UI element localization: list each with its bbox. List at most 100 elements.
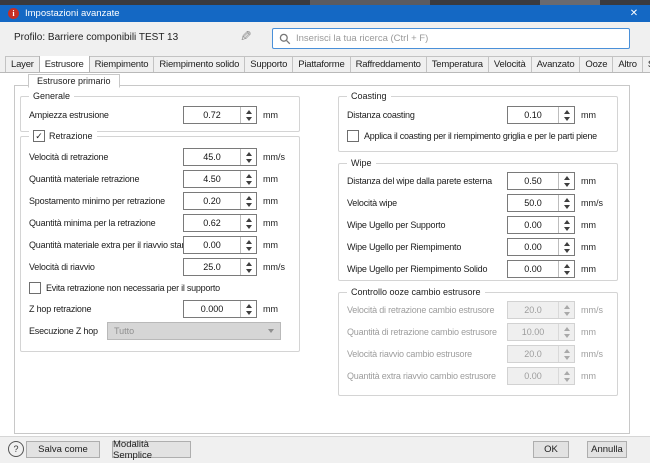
spin-up-icon bbox=[564, 349, 570, 353]
spin-up-icon[interactable] bbox=[246, 110, 252, 114]
spinner-buttons[interactable] bbox=[240, 259, 256, 275]
spin-up-icon[interactable] bbox=[246, 240, 252, 244]
spin-down-icon[interactable] bbox=[246, 117, 252, 121]
spinner-buttons[interactable] bbox=[240, 301, 256, 317]
zhop-retrazione-input[interactable]: 0.000 bbox=[183, 300, 257, 318]
spinner-buttons[interactable] bbox=[558, 107, 574, 123]
ampiezza-estrusione-input[interactable]: 0.72 bbox=[183, 106, 257, 124]
spin-down-icon[interactable] bbox=[564, 183, 570, 187]
distanza-coasting-input[interactable]: 0.10 bbox=[507, 106, 575, 124]
wipe-ugello-supporto-input[interactable]: 0.00 bbox=[507, 216, 575, 234]
spin-up-icon[interactable] bbox=[246, 196, 252, 200]
spinner-buttons[interactable] bbox=[240, 171, 256, 187]
ok-button[interactable]: OK bbox=[533, 441, 569, 458]
quantita-extra-riavvio-input[interactable]: 0.00 bbox=[183, 236, 257, 254]
subtab-estrusore-primario[interactable]: Estrusore primario bbox=[28, 74, 120, 88]
spin-down-icon[interactable] bbox=[564, 249, 570, 253]
spin-up-icon[interactable] bbox=[564, 198, 570, 202]
spin-down-icon[interactable] bbox=[564, 117, 570, 121]
tab-supporto[interactable]: Supporto bbox=[244, 56, 293, 72]
spin-up-icon[interactable] bbox=[564, 176, 570, 180]
simple-mode-button[interactable]: Modalità Semplice bbox=[112, 441, 191, 458]
unit-label: mm/s bbox=[263, 152, 291, 162]
spin-down-icon[interactable] bbox=[246, 159, 252, 163]
quantita-retrazione-cambio-label: Quantità di retrazione cambio estrusore bbox=[347, 327, 507, 337]
velocita-riavvio-input[interactable]: 25.0 bbox=[183, 258, 257, 276]
tab-speciali[interactable]: Speciali bbox=[642, 56, 650, 72]
spinner-buttons[interactable] bbox=[558, 195, 574, 211]
spin-down-icon[interactable] bbox=[564, 205, 570, 209]
tab-altro[interactable]: Altro bbox=[612, 56, 643, 72]
help-icon[interactable]: ? bbox=[8, 441, 24, 457]
spinner-buttons[interactable] bbox=[558, 217, 574, 233]
spin-down-icon[interactable] bbox=[246, 311, 252, 315]
unit-label: mm/s bbox=[263, 262, 291, 272]
evita-retrazione-checkbox[interactable]: ✓ bbox=[29, 282, 41, 294]
spinner-buttons[interactable] bbox=[558, 239, 574, 255]
wipe-ugello-riempimento-solido-input[interactable]: 0.00 bbox=[507, 260, 575, 278]
spin-down-icon[interactable] bbox=[246, 247, 252, 251]
close-icon[interactable]: ✕ bbox=[626, 8, 642, 19]
spin-up-icon[interactable] bbox=[246, 304, 252, 308]
tab-avanzato[interactable]: Avanzato bbox=[531, 56, 581, 72]
tab-layer[interactable]: Layer bbox=[5, 56, 40, 72]
spin-down-icon[interactable] bbox=[246, 225, 252, 229]
tab-riempimento[interactable]: Riempimento bbox=[89, 56, 155, 72]
spin-up-icon[interactable] bbox=[246, 262, 252, 266]
spin-down-icon[interactable] bbox=[564, 271, 570, 275]
tab-piattaforme[interactable]: Piattaforme bbox=[292, 56, 350, 72]
spinner-buttons[interactable] bbox=[240, 237, 256, 253]
spinner-buttons[interactable] bbox=[558, 261, 574, 277]
spinner-buttons[interactable] bbox=[240, 215, 256, 231]
wipe-ugello-riempimento-input[interactable]: 0.00 bbox=[507, 238, 575, 256]
spinner-buttons bbox=[558, 324, 574, 340]
spinner-buttons[interactable] bbox=[240, 107, 256, 123]
tab-estrusore[interactable]: Estrusore bbox=[39, 56, 90, 73]
wipe-ugello-riempimento-label: Wipe Ugello per Riempimento bbox=[347, 242, 507, 252]
tab-temperatura[interactable]: Temperatura bbox=[426, 56, 489, 72]
spin-down-icon[interactable] bbox=[246, 269, 252, 273]
spinner-buttons[interactable] bbox=[558, 173, 574, 189]
spostamento-minimo-label: Spostamento minimo per retrazione bbox=[29, 196, 183, 206]
spin-up-icon[interactable] bbox=[564, 264, 570, 268]
tab-raffreddamento[interactable]: Raffreddamento bbox=[350, 56, 427, 72]
spinner-buttons[interactable] bbox=[240, 193, 256, 209]
tab-riempimento-solido[interactable]: Riempimento solido bbox=[153, 56, 245, 72]
spin-up-icon bbox=[564, 305, 570, 309]
unit-label: mm bbox=[263, 304, 291, 314]
distanza-coasting-label: Distanza coasting bbox=[347, 110, 507, 120]
spin-down-icon[interactable] bbox=[246, 181, 252, 185]
spin-down-icon[interactable] bbox=[246, 203, 252, 207]
quantita-materiale-retrazione-input[interactable]: 4.50 bbox=[183, 170, 257, 188]
spin-up-icon[interactable] bbox=[246, 152, 252, 156]
retrazione-checkbox[interactable]: ✓ bbox=[33, 130, 45, 142]
velocita-retrazione-input[interactable]: 45.0 bbox=[183, 148, 257, 166]
spin-up-icon[interactable] bbox=[564, 110, 570, 114]
setting-row: Spostamento minimo per retrazione 0.20 m… bbox=[21, 190, 299, 212]
quantita-minima-retrazione-input[interactable]: 0.62 bbox=[183, 214, 257, 232]
applica-coasting-checkbox[interactable]: ✓ bbox=[347, 130, 359, 142]
search-box[interactable] bbox=[272, 28, 630, 49]
save-as-button[interactable]: Salva come bbox=[26, 441, 100, 458]
spinner-buttons[interactable] bbox=[240, 149, 256, 165]
spostamento-minimo-input[interactable]: 0.20 bbox=[183, 192, 257, 210]
search-input[interactable] bbox=[296, 33, 623, 44]
tab-velocita[interactable]: Velocità bbox=[488, 56, 532, 72]
velocita-wipe-input[interactable]: 50.0 bbox=[507, 194, 575, 212]
group-wipe: Wipe Distanza del wipe dalla parete este… bbox=[338, 163, 618, 281]
spin-up-icon[interactable] bbox=[564, 220, 570, 224]
spin-down-icon[interactable] bbox=[564, 227, 570, 231]
velocita-retrazione-cambio-label: Velocità di retrazione cambio estrusore bbox=[347, 305, 507, 315]
setting-row: Distanza coasting 0.10 mm bbox=[339, 104, 617, 126]
spin-up-icon[interactable] bbox=[246, 174, 252, 178]
group-retrazione: ✓ Retrazione Velocità di retrazione 45.0… bbox=[20, 136, 300, 352]
spin-up-icon[interactable] bbox=[564, 242, 570, 246]
edit-profile-pencil-icon[interactable]: ✎ bbox=[240, 28, 252, 45]
tab-ooze[interactable]: Ooze bbox=[579, 56, 613, 72]
cancel-button[interactable]: Annulla bbox=[587, 441, 627, 458]
retrazione-title-label: Retrazione bbox=[49, 131, 93, 142]
unit-label: mm bbox=[581, 110, 609, 120]
spin-up-icon[interactable] bbox=[246, 218, 252, 222]
quantita-extra-riavvio-label: Quantità materiale extra per il riavvio … bbox=[29, 240, 183, 250]
distanza-wipe-input[interactable]: 0.50 bbox=[507, 172, 575, 190]
